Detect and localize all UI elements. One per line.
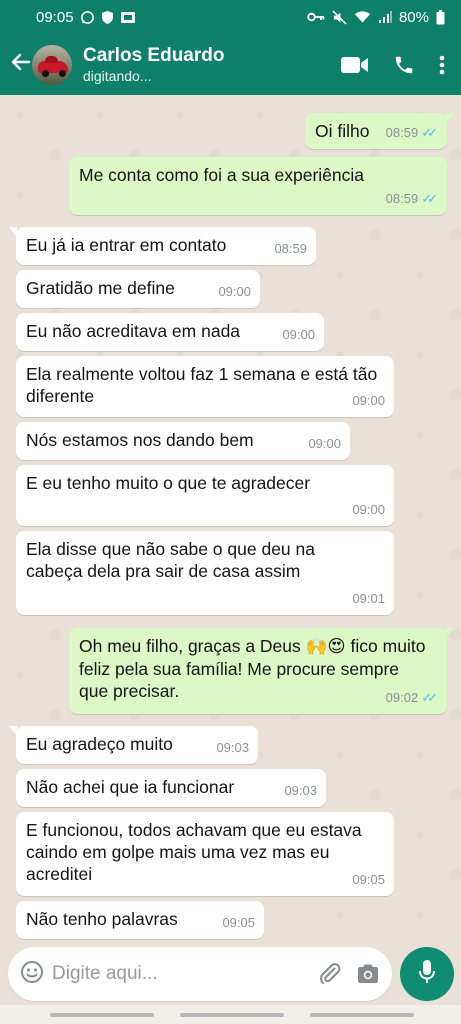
arrow-left-icon	[11, 52, 31, 77]
attach-icon[interactable]	[318, 962, 342, 986]
message-time: 09:00	[352, 393, 385, 408]
status-bar: 09:05 80%	[0, 0, 461, 34]
battery-icon	[436, 9, 445, 25]
read-ticks-icon: ✓✓	[421, 690, 438, 705]
message-time: 09:02	[385, 690, 419, 705]
camera-icon[interactable]	[356, 963, 380, 985]
back-button[interactable]	[0, 34, 36, 95]
message-incoming[interactable]: E eu tenho muito o que te agradecer 09:0…	[16, 465, 394, 526]
message-text: E eu tenho muito o que te agradecer	[26, 473, 311, 493]
message-time: 09:05	[352, 872, 385, 887]
message-incoming[interactable]: Ela disse que não sabe o que deu na cabe…	[16, 531, 394, 615]
message-text: Ela disse que não sabe o que deu na cabe…	[26, 539, 315, 581]
message-text: Não tenho palavras	[26, 909, 178, 929]
mute-icon	[332, 9, 347, 25]
composer	[0, 945, 461, 1005]
message-text: Eu já ia entrar em contato	[26, 235, 227, 255]
message-time: 09:00	[218, 284, 251, 299]
emoji-icon[interactable]	[20, 960, 44, 989]
avatar[interactable]	[32, 44, 72, 85]
message-text: Me conta como foi a sua experiência	[79, 165, 365, 185]
contact-status: digitando...	[83, 67, 152, 84]
message-text: Gratidão me define	[26, 278, 175, 298]
nav-recent-handle[interactable]	[50, 1013, 154, 1017]
message-input-box[interactable]	[8, 947, 392, 1001]
message-time: 09:00	[282, 327, 315, 342]
message-text: Ela realmente voltou faz 1 semana e está…	[26, 364, 378, 406]
message-outgoing[interactable]: Oi filho 08:59 ✓✓	[305, 113, 454, 149]
message-time: 09:00	[352, 502, 385, 517]
message-incoming[interactable]: Não achei que ia funcionar 09:03	[16, 769, 326, 807]
status-time: 09:05	[36, 8, 74, 26]
more-vert-icon[interactable]	[439, 55, 445, 75]
contact-info[interactable]: Carlos Eduardo digitando...	[83, 45, 224, 85]
message-incoming[interactable]: Eu agradeço muito 09:03	[9, 726, 258, 764]
message-time: 09:03	[216, 740, 249, 755]
message-incoming[interactable]: Não tenho palavras 09:05	[16, 901, 264, 939]
shield-icon	[101, 10, 114, 25]
message-text: Oh meu filho, graças a Deus	[79, 636, 306, 656]
read-ticks-icon: ✓✓	[421, 191, 438, 206]
message-outgoing[interactable]: Oh meu filho, graças a Deus 🙌😍 fico muit…	[69, 628, 454, 714]
message-text: Não achei que ia funcionar	[26, 777, 235, 797]
message-time: 08:59	[274, 241, 307, 256]
message-text: Eu agradeço muito	[26, 734, 173, 754]
wifi-icon	[354, 10, 371, 24]
message-time: 09:03	[284, 783, 317, 798]
nav-back-handle[interactable]	[310, 1013, 414, 1017]
key-icon	[307, 11, 325, 23]
message-incoming[interactable]: Ela realmente voltou faz 1 semana e está…	[16, 356, 394, 417]
battery-level: 80%	[398, 8, 429, 26]
signal-icon	[378, 10, 392, 24]
chat-header: Carlos Eduardo digitando...	[0, 34, 461, 95]
emoji-icon: 🙌😍	[305, 637, 346, 657]
whatsapp-notification-icon	[80, 10, 95, 25]
video-call-icon[interactable]	[341, 56, 369, 74]
message-text: Eu não acreditava em nada	[26, 321, 241, 341]
message-text: Nós estamos nos dando bem	[26, 430, 254, 450]
mic-icon	[418, 959, 436, 990]
message-incoming[interactable]: Eu não acreditava em nada 09:00	[16, 313, 324, 351]
message-outgoing[interactable]: Me conta como foi a sua experiência 08:5…	[69, 157, 447, 215]
message-time: 08:59	[385, 191, 419, 206]
message-text: E funcionou, todos achavam que eu estava…	[26, 820, 362, 884]
nav-home-handle[interactable]	[180, 1013, 284, 1017]
phone-icon[interactable]	[393, 54, 415, 76]
message-time: 09:00	[308, 436, 341, 451]
message-incoming[interactable]: E funcionou, todos achavam que eu estava…	[16, 812, 394, 896]
contact-name: Carlos Eduardo	[83, 44, 225, 66]
message-time: 09:01	[352, 591, 385, 606]
read-ticks-icon: ✓✓	[421, 125, 438, 140]
system-nav-bar	[0, 1005, 461, 1024]
message-text: Oi filho	[315, 121, 370, 141]
message-incoming[interactable]: Gratidão me define 09:00	[16, 270, 260, 308]
mic-button[interactable]	[400, 947, 454, 1001]
message-time: 09:05	[222, 915, 255, 930]
sim-card-icon	[120, 11, 136, 24]
message-input[interactable]	[52, 963, 304, 985]
message-incoming[interactable]: Nós estamos nos dando bem 09:00	[16, 422, 350, 460]
chat-messages[interactable]: Oi filho 08:59 ✓✓ Me conta como foi a sua…	[0, 95, 461, 945]
message-incoming[interactable]: Eu já ia entrar em contato 08:59	[9, 227, 316, 265]
message-time: 08:59	[385, 125, 419, 140]
